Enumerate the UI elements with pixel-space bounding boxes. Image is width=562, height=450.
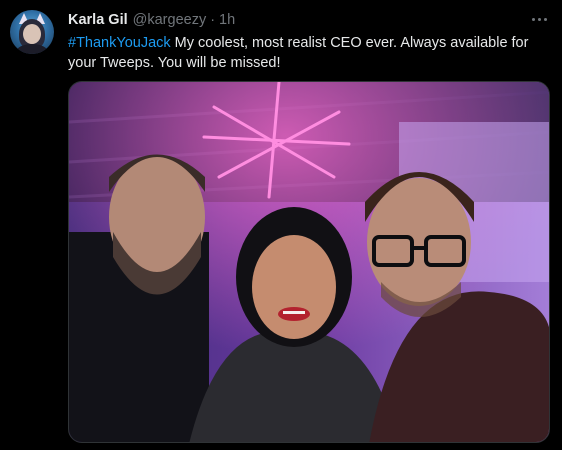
more-options-button[interactable] (528, 10, 550, 28)
tweet-text: #ThankYouJack My coolest, most realist C… (68, 33, 548, 73)
more-horizontal-icon (531, 17, 535, 21)
tweet-timestamp[interactable]: 1h (219, 12, 235, 28)
separator-dot: · (210, 12, 216, 28)
tweet-photo[interactable] (68, 81, 550, 443)
tweet-header: Karla Gil @kargeezy · 1h (68, 12, 235, 30)
author-handle[interactable]: @kargeezy (133, 12, 207, 28)
tweet[interactable]: Karla Gil @kargeezy · 1h #ThankYouJack M… (0, 0, 562, 450)
selfie-photo-illustration (69, 82, 549, 442)
author-name[interactable]: Karla Gil (68, 12, 128, 28)
hashtag-link[interactable]: #ThankYouJack (68, 35, 171, 51)
avatar[interactable] (10, 10, 54, 54)
